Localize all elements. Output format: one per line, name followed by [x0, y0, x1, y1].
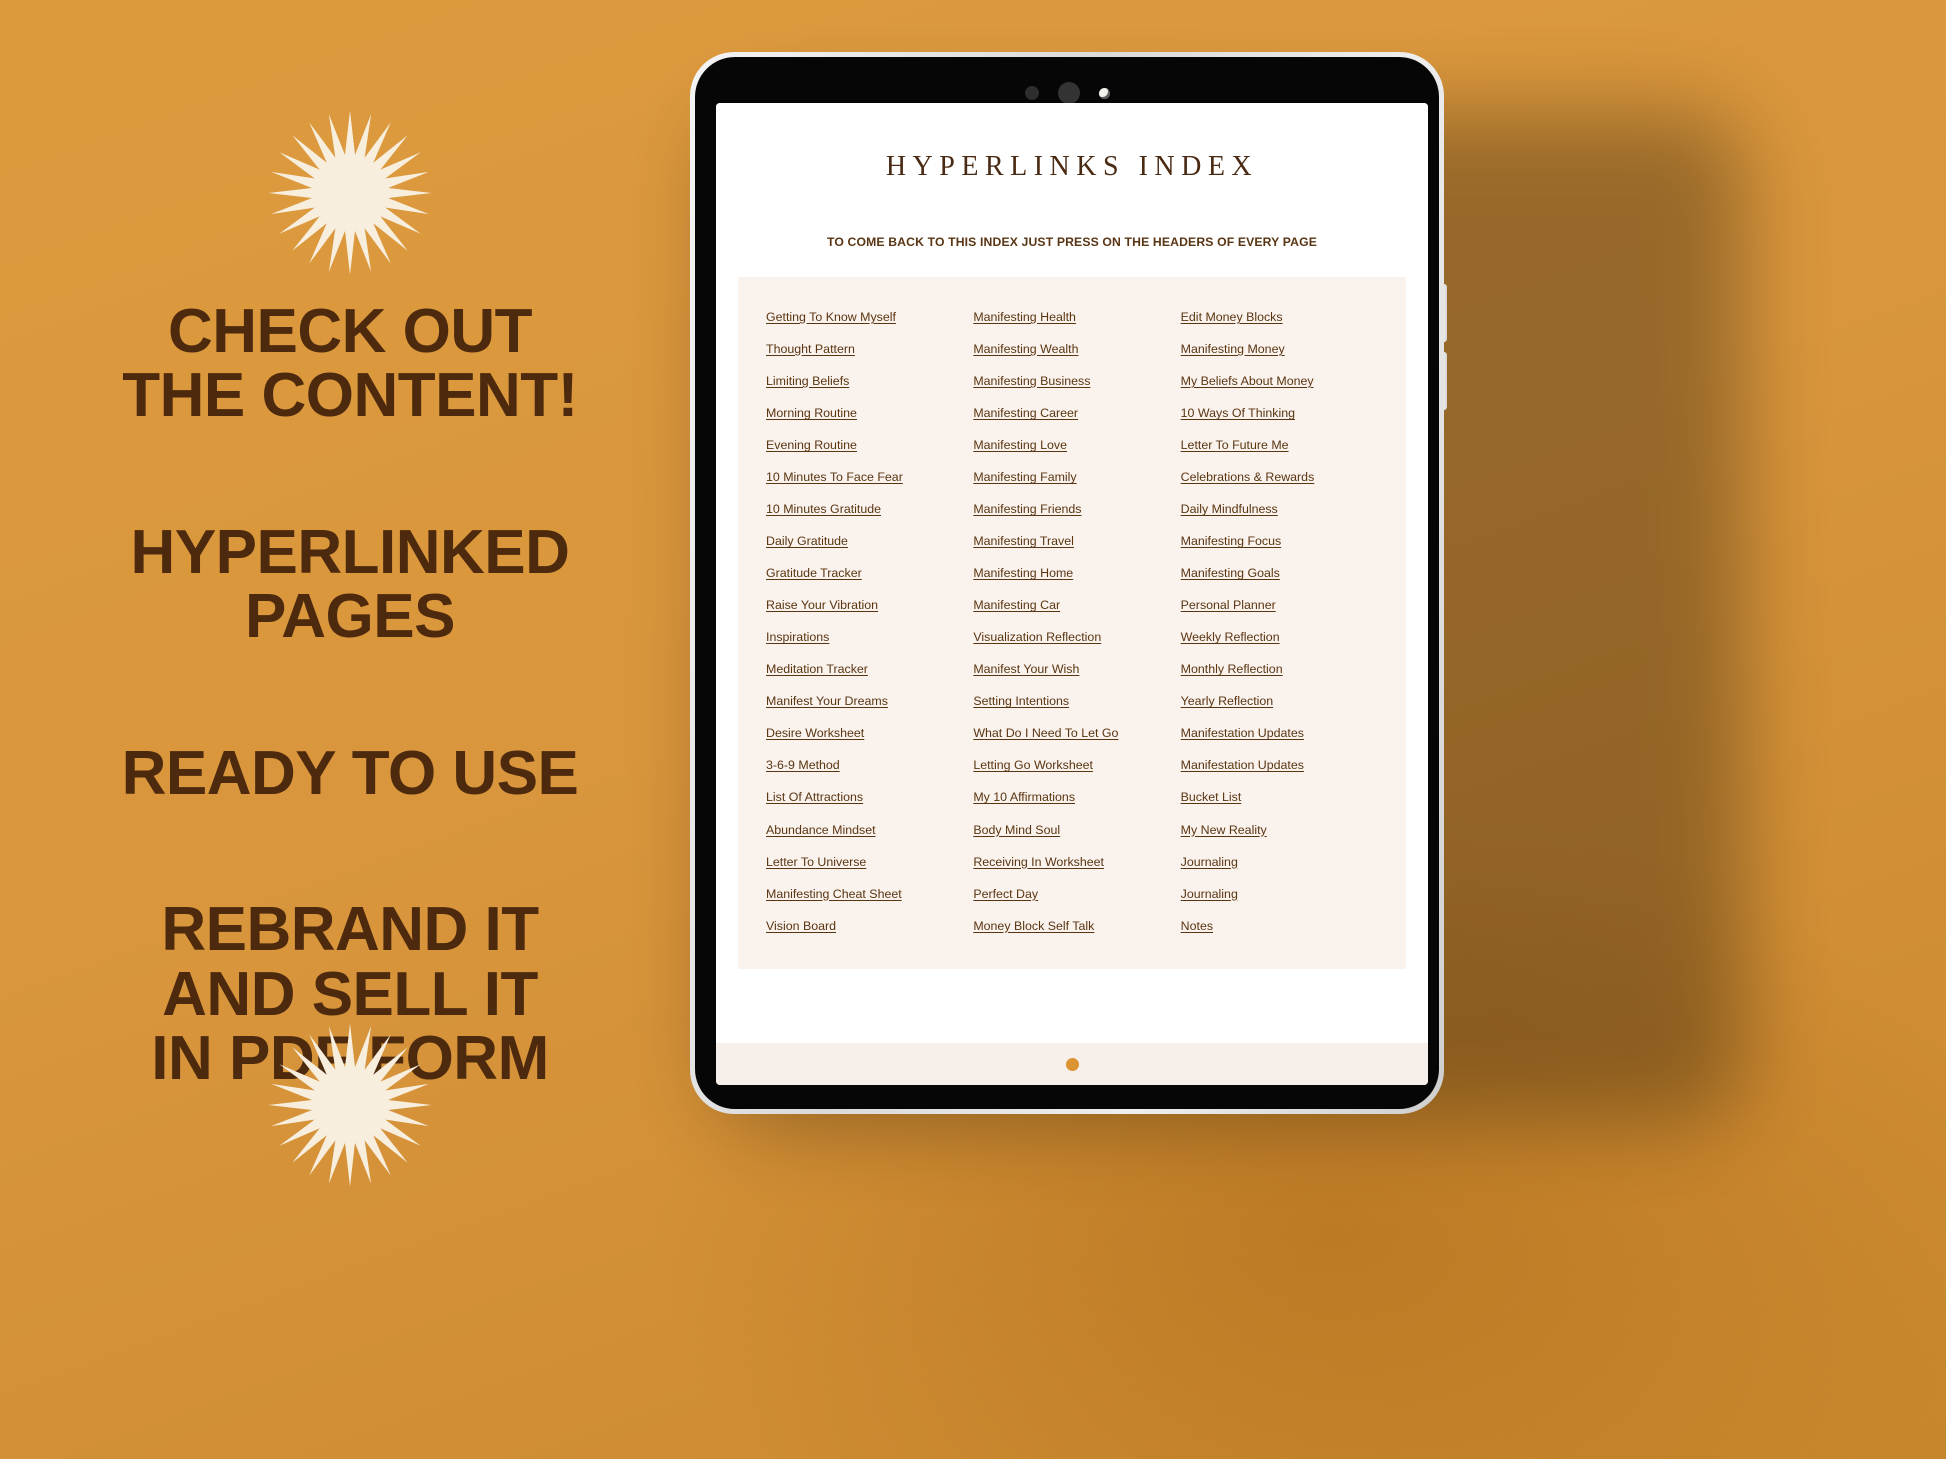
hyperlink-item[interactable]: Letter To Future Me [1181, 438, 1289, 453]
hyperlink-item[interactable]: Manifest Your Dreams [766, 695, 888, 709]
hyperlink-item[interactable]: Manifestation Updates [1181, 759, 1304, 773]
promo-line: AND SELL IT [162, 959, 538, 1029]
hyperlink-item[interactable]: Monthly Reflection [1181, 663, 1283, 677]
device-frame: HYPERLINKS INDEX TO COME BACK TO THIS IN… [690, 52, 1444, 1114]
link-column-2: Manifesting Health Manifesting Wealth Mani… [973, 310, 1170, 934]
hyperlink-item[interactable]: Body Mind Soul [973, 823, 1060, 838]
hyperlink-item[interactable]: My Beliefs About Money [1181, 374, 1314, 389]
hyperlink-item[interactable]: 10 Minutes Gratitude [766, 503, 881, 517]
link-column-3: Edit Money Blocks Manifesting Money My Bel… [1181, 310, 1378, 934]
hyperlink-item[interactable]: Bucket List [1181, 791, 1242, 805]
sensor-dot-icon [1024, 86, 1039, 100]
hyperlink-item[interactable]: Manifesting Wealth [973, 342, 1078, 357]
hyperlink-item[interactable]: Morning Routine [766, 406, 857, 421]
hyperlink-item[interactable]: Vision Board [766, 919, 836, 934]
hyperlink-item[interactable]: 10 Ways Of Thinking [1181, 406, 1295, 421]
hyperlink-item[interactable]: Personal Planner [1181, 599, 1276, 613]
page-title: HYPERLINKS INDEX [885, 151, 1259, 182]
hyperlink-item[interactable]: Notes [1181, 919, 1213, 934]
hyperlink-item[interactable]: Manifesting Goals [1181, 567, 1280, 581]
hyperlink-item[interactable]: Visualization Reflection [973, 631, 1101, 645]
hyperlink-item[interactable]: Celebrations & Rewards [1181, 471, 1315, 485]
hyperlink-item[interactable]: My New Reality [1181, 823, 1267, 838]
hyperlink-item[interactable]: Manifesting Business [973, 374, 1090, 389]
hyperlink-item[interactable]: Daily Mindfulness [1181, 503, 1278, 517]
promo-text-group: CHECK OUT THE CONTENT! HYPERLINKED PAGES… [0, 297, 700, 1092]
hyperlink-item[interactable]: Abundance Mindset [766, 823, 876, 838]
promo-line: READY TO USE [121, 738, 579, 808]
hyperlink-item[interactable]: Money Block Self Talk [973, 919, 1094, 934]
hyperlink-item[interactable]: List Of Attractions [766, 791, 863, 805]
hyperlink-item[interactable]: Journaling [1181, 855, 1238, 870]
sensor-dot-large-icon [1057, 82, 1080, 104]
hyperlink-item[interactable]: Perfect Day [973, 887, 1038, 902]
link-column-1: Getting To Know Myself Thought Pattern Lim… [766, 310, 963, 934]
hyperlink-item[interactable]: Manifesting Health [973, 310, 1076, 325]
hyperlink-item[interactable]: Manifesting Travel [973, 535, 1074, 549]
promo-ready-to-use: READY TO USE [0, 738, 700, 808]
hyperlink-item[interactable]: Desire Worksheet [766, 727, 864, 741]
hyperlink-item[interactable]: Manifesting Home [973, 567, 1073, 581]
hyperlink-item[interactable]: Manifesting Cheat Sheet [766, 887, 902, 902]
page-subtitle: TO COME BACK TO THIS INDEX JUST PRESS ON… [826, 235, 1318, 249]
promo-check-out-content: CHECK OUT THE CONTENT! [0, 297, 700, 431]
device-bezel: HYPERLINKS INDEX TO COME BACK TO THIS IN… [695, 57, 1439, 1109]
promo-hyperlinked-pages: HYPERLINKED PAGES [0, 517, 700, 652]
hyperlink-item[interactable]: Manifesting Family [973, 471, 1076, 485]
home-dot-icon[interactable] [1065, 1057, 1079, 1071]
hyperlink-item[interactable]: Manifesting Career [973, 406, 1078, 421]
camera-lens-icon [1098, 87, 1110, 99]
hyperlink-item[interactable]: What Do I Need To Let Go [973, 727, 1118, 741]
hyperlink-item[interactable]: Inspirations [766, 631, 829, 645]
hyperlink-item[interactable]: Edit Money Blocks [1181, 310, 1283, 325]
device-screen: HYPERLINKS INDEX TO COME BACK TO THIS IN… [716, 103, 1428, 1085]
document-page: HYPERLINKS INDEX TO COME BACK TO THIS IN… [716, 103, 1428, 1043]
hyperlink-item[interactable]: 10 Minutes To Face Fear [766, 471, 903, 485]
hyperlink-item[interactable]: Manifesting Car [973, 599, 1060, 613]
promo-line: HYPERLINKED [130, 517, 570, 587]
tablet-device: HYPERLINKS INDEX TO COME BACK TO THIS IN… [690, 52, 1762, 1122]
hyperlink-item[interactable]: Manifest Your Wish [973, 663, 1079, 677]
promo-line: THE CONTENT! [122, 361, 578, 431]
promo-panel: CHECK OUT THE CONTENT! HYPERLINKED PAGES… [0, 0, 700, 1459]
hyperlink-item[interactable]: Meditation Tracker [766, 663, 868, 677]
hyperlink-item[interactable]: Gratitude Tracker [766, 567, 862, 581]
hyperlink-item[interactable]: Setting Intentions [973, 695, 1069, 709]
hyperlink-item[interactable]: Weekly Reflection [1181, 631, 1280, 645]
hyperlink-item[interactable]: My 10 Affirmations [973, 791, 1075, 805]
hyperlink-item[interactable]: Journaling [1181, 887, 1238, 902]
sunburst-icon [268, 111, 432, 275]
hyperlink-item[interactable]: Getting To Know Myself [766, 310, 896, 325]
hyperlink-item[interactable]: Manifesting Focus [1181, 535, 1282, 549]
hyperlinks-panel: Getting To Know Myself Thought Pattern Lim… [738, 277, 1406, 970]
hyperlink-item[interactable]: Manifesting Love [973, 438, 1067, 453]
hyperlink-item[interactable]: 3-6-9 Method [766, 759, 840, 773]
hyperlink-item[interactable]: Manifesting Friends [973, 503, 1081, 517]
hyperlink-item[interactable]: Thought Pattern [766, 342, 855, 357]
hyperlink-item[interactable]: Letter To Universe [766, 855, 866, 870]
hyperlink-item[interactable]: Letting Go Worksheet [973, 759, 1093, 773]
promo-line: PAGES [245, 582, 455, 652]
hyperlink-item[interactable]: Daily Gratitude [766, 535, 848, 549]
promo-line: CHECK OUT [167, 297, 533, 366]
sunburst-icon [268, 1023, 432, 1187]
hyperlink-item[interactable]: Receiving In Worksheet [973, 855, 1104, 870]
promo-line: REBRAND IT [161, 895, 539, 965]
poster: CHECK OUT THE CONTENT! HYPERLINKED PAGES… [0, 0, 1946, 1459]
hyperlink-item[interactable]: Manifesting Money [1181, 342, 1285, 357]
hyperlink-item[interactable]: Manifestation Updates [1181, 727, 1304, 741]
hyperlink-item[interactable]: Raise Your Vibration [766, 599, 878, 613]
home-indicator-strip [716, 1043, 1428, 1085]
hyperlink-item[interactable]: Evening Routine [766, 438, 857, 453]
hyperlink-item[interactable]: Limiting Beliefs [766, 374, 849, 389]
hyperlink-item[interactable]: Yearly Reflection [1181, 695, 1274, 709]
